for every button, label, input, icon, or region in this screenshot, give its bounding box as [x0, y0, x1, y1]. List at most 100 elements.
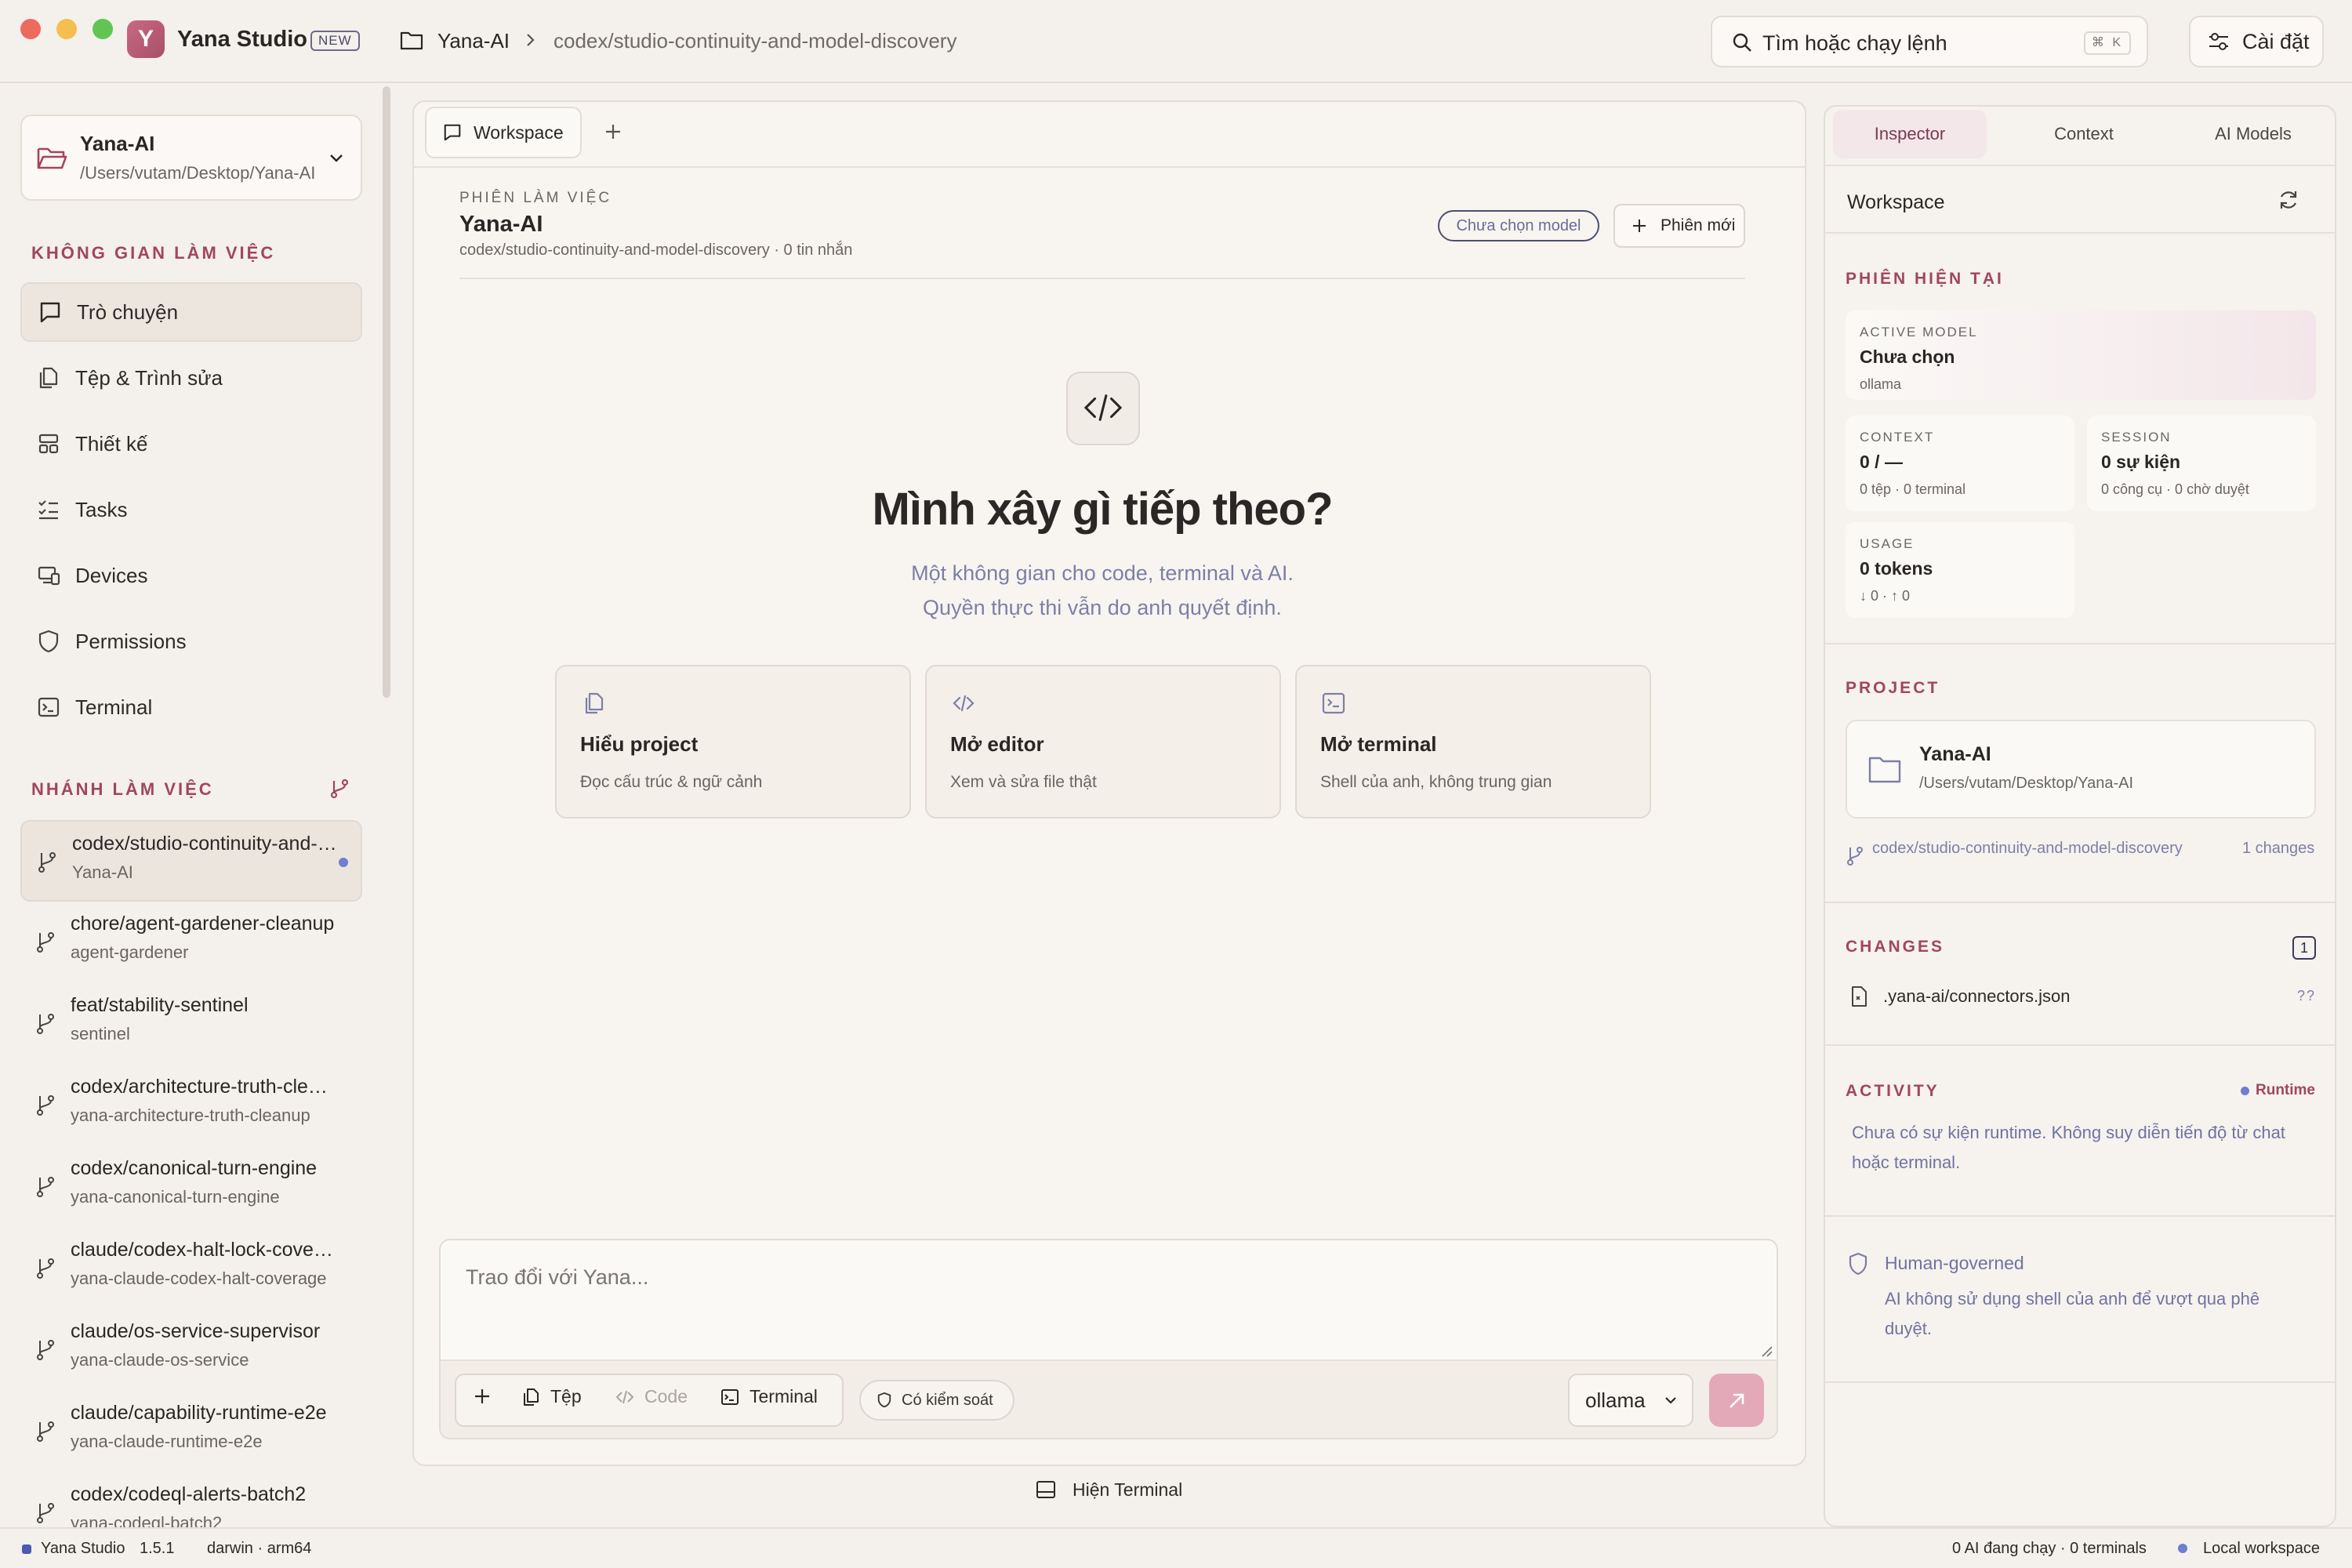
card-subtext: ↓ 0 · ↑ 0 — [1860, 588, 1911, 604]
shield-icon — [36, 629, 61, 654]
tab-workspace[interactable]: Workspace — [425, 107, 582, 158]
minimize-window-button[interactable] — [56, 19, 77, 39]
sidebar-item-chat[interactable]: Trò chuyện — [20, 282, 362, 342]
status-bar: Yana Studio 1.5.1 darwin · arm64 0 AI đa… — [0, 1527, 2352, 1568]
tab-ai-models[interactable]: AI Models — [2176, 110, 2330, 158]
show-terminal-button[interactable]: Hiện Terminal — [1035, 1479, 1182, 1501]
branch-name: claude/codex-halt-lock-coverage — [71, 1239, 337, 1261]
changes-section-title: CHANGES — [1846, 938, 1945, 956]
model-select[interactable]: ollama — [1568, 1374, 1693, 1427]
project-name: Yana-AI — [80, 132, 155, 155]
branch-item[interactable]: claude/os-service-supervisor yana-claude… — [20, 1309, 362, 1391]
settings-button[interactable]: Cài đặt — [2189, 16, 2324, 67]
settings-label: Cài đặt — [2242, 29, 2310, 53]
send-arrow-icon — [1730, 1393, 1744, 1408]
new-branch-icon[interactable] — [328, 776, 351, 800]
files-tool-button[interactable]: Tệp — [521, 1386, 582, 1407]
quick-action-understand-project[interactable]: Hiểu project Đọc cấu trúc & ngữ cảnh — [555, 665, 911, 818]
workspace-section-title: KHÔNG GIAN LÀM VIỆC — [31, 243, 276, 263]
git-branch-icon — [37, 1503, 54, 1523]
chevron-down-icon — [328, 149, 345, 166]
sidebar-item-label: Terminal — [75, 695, 153, 719]
shield-icon — [1847, 1251, 1869, 1276]
send-button[interactable] — [1709, 1374, 1764, 1427]
zoom-window-button[interactable] — [93, 19, 113, 39]
plus-icon — [1631, 217, 1648, 234]
sidebar-item-label: Thiết kế — [75, 431, 148, 456]
terminal-tool-button[interactable]: Terminal — [720, 1386, 818, 1407]
terminal-icon — [1322, 692, 1345, 714]
status-running: 0 AI đang chạy · 0 terminals — [1952, 1540, 2147, 1557]
governance-text: AI không sử dụng shell của anh để vượt q… — [1885, 1289, 2260, 1338]
branch-item[interactable]: codex/codeql-alerts-batch2 yana-codeql-b… — [20, 1472, 362, 1527]
branch-item[interactable]: feat/stability-sentinel sentinel — [20, 983, 362, 1065]
tab-inspector[interactable]: Inspector — [1833, 110, 1987, 158]
card-value: 0 sự kiện — [2101, 452, 2181, 472]
show-terminal-label: Hiện Terminal — [1073, 1479, 1183, 1500]
model-status-pill[interactable]: Chưa chọn model — [1438, 210, 1599, 241]
branch-worktree: yana-claude-os-service — [71, 1350, 249, 1370]
refresh-icon[interactable] — [2277, 188, 2300, 212]
sidebar-item-files[interactable]: Tệp & Trình sửa — [20, 348, 362, 408]
controlled-mode-toggle[interactable]: Có kiểm soát — [859, 1380, 1014, 1421]
chat-icon — [442, 122, 463, 143]
quick-action-open-terminal[interactable]: Mở terminal Shell của anh, không trung g… — [1295, 665, 1651, 818]
branch-item[interactable]: claude/capability-runtime-e2e yana-claud… — [20, 1391, 362, 1472]
active-model-card: ACTIVE MODEL Chưa chọn ollama — [1846, 310, 2316, 400]
branch-item[interactable]: claude/codex-halt-lock-coverage yana-cla… — [20, 1228, 362, 1309]
breadcrumb-project[interactable]: Yana-AI — [437, 29, 510, 53]
new-session-button[interactable]: Phiên mới — [1613, 204, 1745, 248]
quick-action-title: Mở editor — [950, 732, 1044, 756]
sidebar-item-design[interactable]: Thiết kế — [20, 414, 362, 474]
folder-icon — [400, 30, 423, 50]
close-window-button[interactable] — [20, 19, 41, 39]
plus-icon — [475, 1389, 489, 1403]
layout-icon — [36, 431, 61, 456]
tab-context[interactable]: Context — [2007, 110, 2161, 158]
branch-item[interactable]: chore/agent-gardener-cleanup agent-garde… — [20, 902, 362, 983]
tab-label: Workspace — [474, 122, 564, 143]
branch-worktree: yana-claude-runtime-e2e — [71, 1432, 263, 1451]
divider — [1825, 643, 2335, 644]
add-tab-button[interactable] — [599, 118, 627, 146]
git-branch-icon — [38, 852, 56, 873]
quick-action-subtitle: Đọc cấu trúc & ngữ cảnh — [580, 773, 763, 791]
branches-section-title: NHÁNH LÀM VIỆC — [31, 779, 214, 799]
sidebar-item-terminal[interactable]: Terminal — [20, 677, 362, 737]
status-app-name: Yana Studio — [41, 1540, 125, 1557]
project-changes-count: 1 changes — [2242, 840, 2315, 857]
breadcrumb-branch[interactable]: codex/studio-continuity-and-model-discov… — [554, 29, 956, 53]
card-subtext: 0 công cụ · 0 chờ duyệt — [2101, 481, 2249, 497]
resize-handle-icon[interactable] — [1759, 1344, 1773, 1358]
branch-worktree: yana-architecture-truth-cleanup — [71, 1105, 310, 1125]
branch-item[interactable]: codex/architecture-truth-cleanup yana-ar… — [20, 1065, 362, 1146]
panel-bottom-icon — [1035, 1479, 1057, 1501]
chevron-down-icon — [1663, 1392, 1679, 1408]
branch-name: claude/os-service-supervisor — [71, 1320, 321, 1342]
session-eyebrow: PHIÊN LÀM VIỆC — [459, 190, 612, 206]
session-card: SESSION 0 sự kiện 0 công cụ · 0 chờ duyệ… — [2087, 416, 2316, 511]
files-icon — [524, 1388, 539, 1406]
git-branch-icon — [37, 1340, 54, 1360]
attach-button[interactable] — [472, 1386, 492, 1406]
terminal-icon — [721, 1388, 739, 1405]
branch-item[interactable]: codex/studio-continuity-and-model-discov… — [20, 820, 362, 902]
card-eyebrow: ACTIVE MODEL — [1860, 325, 1978, 339]
composer-placeholder[interactable]: Trao đổi với Yana... — [466, 1265, 648, 1290]
project-switcher[interactable]: Yana-AI /Users/vutam/Desktop/Yana-AI — [20, 114, 362, 201]
project-section-title: PROJECT — [1846, 679, 1940, 697]
quick-action-open-editor[interactable]: Mở editor Xem và sửa file thật — [925, 665, 1281, 818]
shield-icon — [877, 1392, 892, 1409]
changed-file[interactable]: .yana-ai/connectors.json — [1883, 986, 2070, 1007]
terminal-icon — [36, 695, 61, 720]
sidebar-item-permissions[interactable]: Permissions — [20, 612, 362, 671]
branch-item[interactable]: codex/canonical-turn-engine yana-canonic… — [20, 1146, 362, 1228]
card-subtext: 0 tệp · 0 terminal — [1860, 481, 1966, 497]
sidebar-item-label: Tệp & Trình sửa — [75, 365, 223, 390]
sidebar-item-label: Permissions — [75, 629, 187, 653]
command-search[interactable]: Tìm hoặc chạy lệnh ⌘ K — [1711, 16, 2148, 67]
code-tool-button[interactable]: Code — [615, 1386, 688, 1407]
files-icon — [585, 692, 604, 714]
git-branch-icon — [37, 1258, 54, 1279]
project-card[interactable]: Yana-AI /Users/vutam/Desktop/Yana-AI — [1846, 720, 2316, 818]
